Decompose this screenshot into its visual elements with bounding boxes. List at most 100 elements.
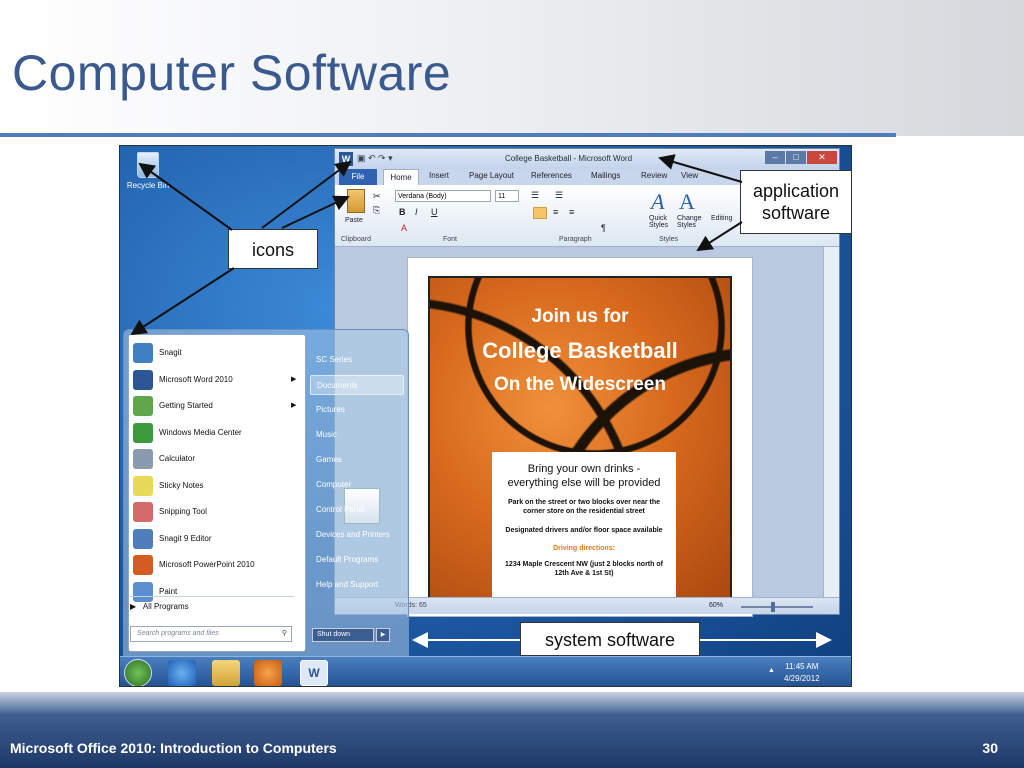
- system-software-callout: system software: [520, 622, 700, 656]
- start-menu-place[interactable]: Devices and Printers: [310, 525, 404, 545]
- tab-view[interactable]: View: [681, 171, 698, 180]
- file-explorer-icon[interactable]: [212, 660, 240, 686]
- start-menu-item[interactable]: Getting Started ▶: [129, 394, 305, 418]
- internet-explorer-icon[interactable]: [168, 660, 196, 686]
- start-menu-item[interactable]: Sticky Notes: [129, 474, 305, 498]
- tab-mailings[interactable]: Mailings: [591, 171, 620, 180]
- show-hidden-icons-icon[interactable]: ▲: [768, 667, 775, 674]
- tab-insert[interactable]: Insert: [429, 171, 449, 180]
- vertical-scrollbar[interactable]: [823, 247, 839, 597]
- start-menu-item[interactable]: Microsoft PowerPoint 2010: [129, 553, 305, 577]
- all-programs[interactable]: ▶ All Programs: [130, 602, 189, 611]
- media-player-icon[interactable]: [254, 660, 282, 686]
- group-font: Font: [443, 236, 458, 243]
- word-title-bar: W ▣ ↶ ↷ ▾ College Basketball - Microsoft…: [335, 149, 839, 169]
- bold-button[interactable]: B: [399, 207, 406, 217]
- recycle-bin-shortcut[interactable]: Recycle Bin: [126, 152, 170, 190]
- start-menu-item-label: Snagit 9 Editor: [159, 533, 212, 543]
- flyer-info-box: Bring your own drinks - everything else …: [492, 452, 676, 604]
- snagit-editor-icon: [133, 528, 153, 549]
- flyer-address: 1234 Maple Crescent NW (just 2 blocks no…: [505, 561, 663, 577]
- sticky-notes-icon: [133, 475, 153, 496]
- document-page[interactable]: Join us for College Basketball On the Wi…: [407, 257, 753, 617]
- shutdown-options-icon[interactable]: ▶: [376, 628, 390, 642]
- flyer-parking: Park on the street or two blocks over ne…: [507, 499, 661, 515]
- paragraph-mark-icon[interactable]: ¶: [601, 223, 606, 233]
- copy-icon[interactable]: ⎘: [373, 205, 380, 216]
- start-menu: Snagit Microsoft Word 2010 ▶ Getting Starte…: [123, 329, 409, 657]
- paste-icon[interactable]: [347, 189, 365, 213]
- quick-styles-icon[interactable]: A: [651, 189, 664, 215]
- group-paragraph: Paragraph: [559, 236, 592, 243]
- shutdown-button[interactable]: Shut down: [312, 628, 374, 642]
- start-menu-place[interactable]: Control Panel: [310, 500, 404, 520]
- underline-button[interactable]: U: [431, 207, 438, 217]
- start-menu-place[interactable]: Games: [310, 450, 404, 470]
- editing-label[interactable]: Editing: [711, 215, 732, 222]
- taskbar: W ▲ 11:45 AM 4/29/2012: [120, 656, 851, 686]
- paint-icon: [133, 581, 153, 602]
- font-size-box[interactable]: 11: [495, 190, 519, 202]
- start-menu-item-label: Calculator: [159, 454, 196, 463]
- start-menu-item-label: Snipping Tool: [159, 507, 207, 516]
- start-menu-item[interactable]: Paint: [129, 580, 305, 604]
- start-menu-place[interactable]: SC Series: [310, 350, 404, 370]
- start-menu-place[interactable]: Default Programs: [310, 550, 404, 570]
- start-menu-item[interactable]: Windows Media Center: [129, 421, 305, 445]
- word-app-icon[interactable]: W: [339, 152, 353, 166]
- tab-home[interactable]: Home: [383, 169, 419, 185]
- align-right-icon[interactable]: ≡: [569, 207, 574, 217]
- start-menu-item[interactable]: Snipping Tool: [129, 500, 305, 524]
- submenu-arrow-icon: ▶: [291, 375, 297, 383]
- italic-button[interactable]: I: [415, 207, 418, 217]
- start-menu-item-label: Getting Started: [159, 401, 213, 410]
- quick-styles-label[interactable]: Quick Styles: [649, 215, 668, 229]
- zoom-level[interactable]: 60%: [709, 602, 723, 609]
- start-menu-item[interactable]: Snagit: [129, 341, 305, 365]
- align-center-icon[interactable]: ≡: [553, 207, 558, 217]
- start-menu-place[interactable]: Pictures: [310, 400, 404, 420]
- start-menu-place[interactable]: Computer: [310, 475, 404, 495]
- zoom-slider[interactable]: [741, 606, 813, 608]
- start-menu-item[interactable]: Snagit 9 Editor: [129, 527, 305, 551]
- start-menu-item-label: Windows Media Center: [159, 427, 242, 437]
- slide-title: Computer Software: [12, 45, 452, 101]
- start-menu-place[interactable]: Music: [310, 425, 404, 445]
- minimize-button[interactable]: –: [765, 151, 785, 164]
- word-taskbar-icon[interactable]: W: [300, 660, 328, 686]
- numbering-icon[interactable]: ☰: [555, 190, 563, 201]
- cut-icon[interactable]: ✂: [373, 191, 381, 202]
- tab-page-layout[interactable]: Page Layout: [469, 171, 514, 180]
- start-menu-item-label: Paint: [159, 586, 178, 596]
- tab-review[interactable]: Review: [641, 171, 667, 180]
- paste-button[interactable]: Paste: [345, 217, 363, 224]
- tab-file[interactable]: File: [339, 169, 377, 185]
- font-name-box[interactable]: Verdana (Body): [395, 190, 491, 202]
- recycle-bin-label: Recycle Bin: [126, 181, 170, 190]
- start-menu-place[interactable]: Help and Support: [310, 575, 404, 595]
- flyer-heading-3: On the Widescreen: [494, 374, 666, 395]
- icons-callout: icons: [228, 229, 318, 269]
- change-styles-icon[interactable]: A: [679, 189, 695, 215]
- maximize-button[interactable]: □: [786, 151, 806, 164]
- zoom-slider-thumb[interactable]: [771, 602, 775, 612]
- taskbar-clock[interactable]: 11:45 AM 4/29/2012: [784, 661, 820, 685]
- tab-references[interactable]: References: [531, 171, 572, 180]
- start-menu-item-label: Microsoft PowerPoint 2010: [159, 560, 255, 569]
- start-menu-item[interactable]: Microsoft Word 2010 ▶: [129, 368, 305, 392]
- flyer-drinks: Bring your own drinks - everything else …: [507, 463, 661, 489]
- start-button[interactable]: [124, 659, 152, 686]
- flyer-drivers: Designated drivers and/or floor space av…: [505, 527, 663, 534]
- change-styles-label[interactable]: Change Styles: [677, 215, 702, 229]
- start-menu-place[interactable]: Documents: [310, 375, 404, 395]
- start-menu-item[interactable]: Calculator: [129, 447, 305, 471]
- align-left-icon[interactable]: [533, 207, 547, 219]
- quick-access-toolbar[interactable]: ▣ ↶ ↷ ▾: [357, 153, 393, 164]
- slide-footer: [0, 692, 1024, 768]
- getting-started-icon: [133, 396, 153, 416]
- search-programs-input[interactable]: Search programs and files ⚲: [130, 626, 292, 642]
- font-color-icon[interactable]: A: [401, 223, 407, 233]
- title-rule: [0, 133, 896, 137]
- close-button[interactable]: ✕: [807, 151, 837, 164]
- bullets-icon[interactable]: ☰: [531, 190, 539, 201]
